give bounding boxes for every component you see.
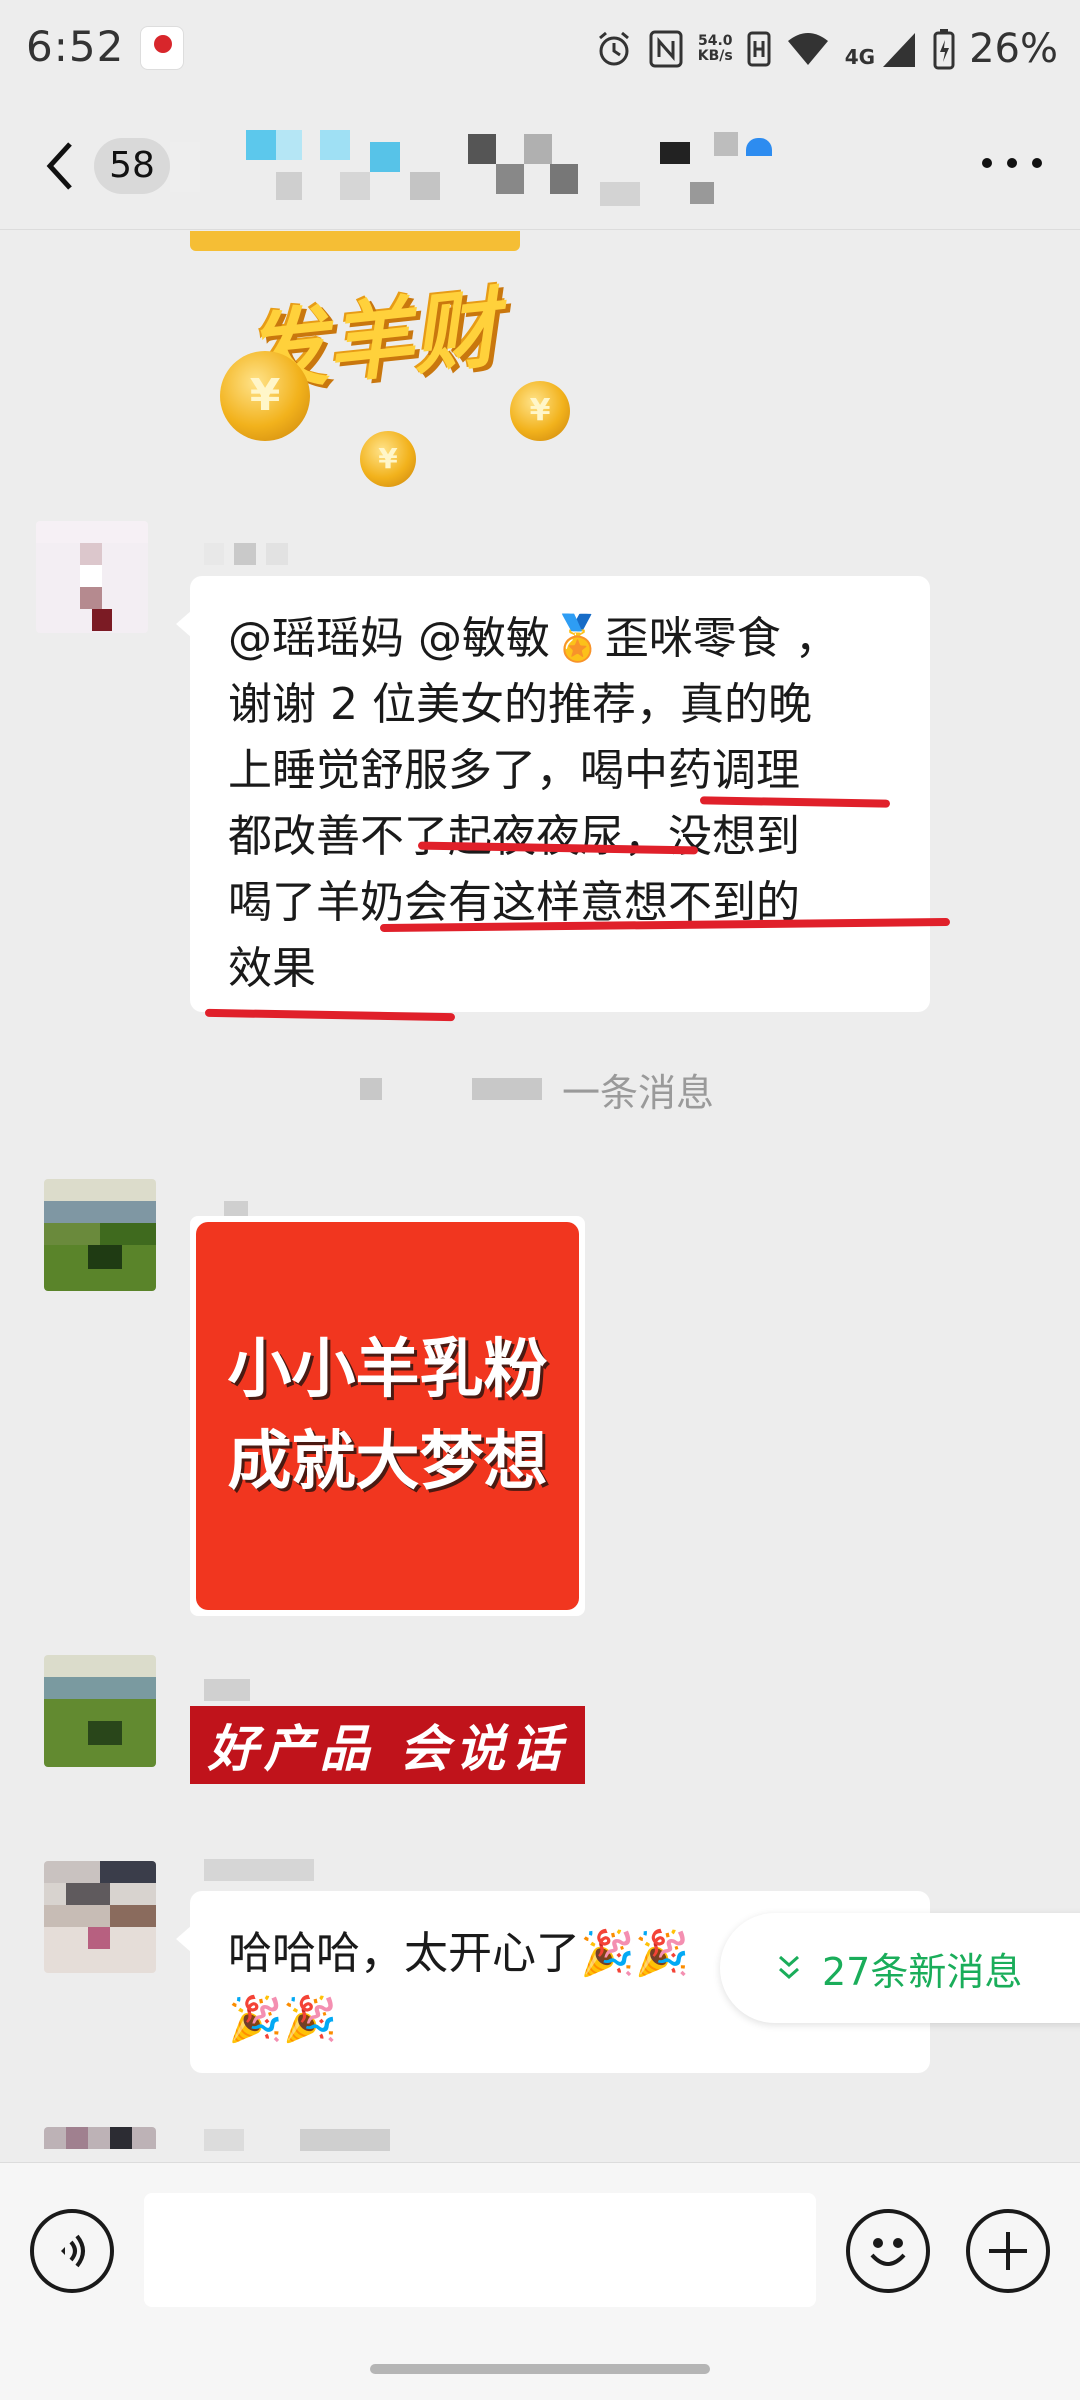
image-message[interactable]: 小小羊乳粉 成就大梦想 bbox=[190, 1216, 585, 1616]
signal-icon bbox=[883, 33, 916, 67]
sender-name bbox=[204, 1859, 314, 1883]
plus-icon bbox=[989, 2232, 1027, 2270]
nfc-icon bbox=[649, 30, 683, 68]
redacted-title-block bbox=[276, 130, 302, 160]
redacted-name bbox=[360, 1078, 382, 1100]
cellular-signal: 4G bbox=[845, 29, 919, 69]
redacted-title-block bbox=[600, 182, 640, 206]
notice-text: 一条消息 bbox=[562, 1070, 715, 1115]
new-messages-button[interactable]: 27条新消息 bbox=[720, 1913, 1080, 2023]
home-indicator[interactable] bbox=[370, 2364, 710, 2374]
network-speed-value: 54.0 bbox=[697, 33, 733, 49]
redacted-title-block bbox=[468, 134, 496, 164]
redacted-title-block bbox=[276, 172, 302, 200]
network-type: 4G bbox=[844, 45, 876, 69]
network-speed-unit: KB/s bbox=[697, 48, 733, 64]
coin-icon: ¥ bbox=[220, 351, 310, 441]
redacted-name bbox=[472, 1078, 542, 1100]
party-popper-icon: 🎉🎉 bbox=[580, 1928, 690, 1979]
smiley-icon bbox=[870, 2238, 906, 2266]
avatar[interactable] bbox=[44, 1655, 156, 1767]
recalled-message-notice: 一条消息 bbox=[360, 1061, 714, 1117]
more-dot-icon bbox=[982, 158, 992, 168]
hd-icon bbox=[747, 31, 771, 67]
redacted-title-block bbox=[660, 142, 690, 164]
redacted-title-block bbox=[746, 138, 772, 156]
network-speed: 54.0 KB/s bbox=[698, 34, 733, 64]
banner-sticker-message[interactable]: 好产品 会说话 bbox=[190, 1706, 585, 1784]
status-bar: 6:52 54.0 KB/s 4G 26% bbox=[0, 0, 1080, 100]
avatar[interactable] bbox=[36, 521, 148, 633]
chat-title bbox=[170, 122, 830, 212]
sticker-partial-text bbox=[190, 231, 520, 251]
app-notification-icon bbox=[140, 26, 184, 70]
redacted-title-block bbox=[496, 164, 524, 194]
redacted-title-block bbox=[170, 142, 200, 192]
redacted-title-block bbox=[370, 142, 400, 172]
status-icons: 54.0 KB/s 4G 26% bbox=[594, 24, 1058, 74]
sender-name bbox=[204, 1679, 250, 1703]
avatar[interactable] bbox=[44, 1861, 156, 1973]
avatar[interactable] bbox=[44, 2127, 156, 2161]
wifi-icon bbox=[787, 33, 828, 65]
sender-name bbox=[204, 543, 288, 567]
redacted-title-block bbox=[524, 134, 552, 164]
party-popper-icon: 🎉🎉 bbox=[228, 1994, 338, 2045]
back-button[interactable]: 58 bbox=[40, 130, 190, 202]
more-options-button[interactable] bbox=[982, 148, 1042, 178]
redacted-title-block bbox=[340, 172, 370, 200]
message-text: 哈哈哈，太开心了 bbox=[228, 1928, 580, 1979]
message-input[interactable] bbox=[144, 2193, 816, 2307]
image-card-content: 小小羊乳粉 成就大梦想 bbox=[196, 1222, 579, 1610]
redacted-title-block bbox=[690, 182, 714, 204]
back-chevron-icon bbox=[46, 142, 72, 190]
unread-count-badge: 58 bbox=[94, 138, 170, 194]
redacted-title-block bbox=[320, 130, 350, 160]
new-messages-label: 27条新消息 bbox=[822, 1949, 1023, 1994]
sender-name bbox=[204, 2129, 390, 2153]
coin-icon: ¥ bbox=[510, 381, 570, 441]
more-dot-icon bbox=[1007, 158, 1017, 168]
redacted-title-block bbox=[246, 130, 276, 160]
redacted-title-block bbox=[714, 132, 738, 156]
avatar[interactable] bbox=[44, 1179, 156, 1291]
redacted-title-block bbox=[550, 164, 578, 194]
chat-message-list[interactable]: 发羊财 ¥ ¥ ¥ @瑶瑶妈 @敏敏🏅歪咪零食 ， 谢谢 2 位美女的推荐，真的… bbox=[0, 231, 1080, 2161]
emoji-button[interactable] bbox=[846, 2209, 930, 2293]
more-functions-button[interactable] bbox=[966, 2209, 1050, 2293]
double-chevron-down-icon bbox=[779, 1955, 799, 1980]
coin-icon: ¥ bbox=[360, 431, 416, 487]
banner-text: 好产品 会说话 bbox=[207, 1720, 568, 1778]
battery-charging-icon bbox=[933, 29, 955, 70]
image-card-line2: 成就大梦想 bbox=[227, 1425, 548, 1499]
text-message-bubble[interactable]: @瑶瑶妈 @敏敏🏅歪咪零食 ， 谢谢 2 位美女的推荐，真的晚 上睡觉舒服多了，… bbox=[176, 576, 930, 1012]
alarm-icon bbox=[598, 31, 629, 66]
voice-icon bbox=[61, 2234, 85, 2268]
sticker-message[interactable]: 发羊财 ¥ ¥ ¥ bbox=[190, 231, 570, 487]
redacted-title-block bbox=[410, 172, 440, 200]
battery-percent: 26% bbox=[969, 26, 1058, 72]
status-time: 6:52 bbox=[26, 22, 125, 71]
more-dot-icon bbox=[1032, 158, 1042, 168]
voice-input-button[interactable] bbox=[30, 2209, 114, 2293]
image-card-line1: 小小羊乳粉 bbox=[227, 1333, 548, 1407]
chat-header: 58 bbox=[0, 100, 1080, 230]
